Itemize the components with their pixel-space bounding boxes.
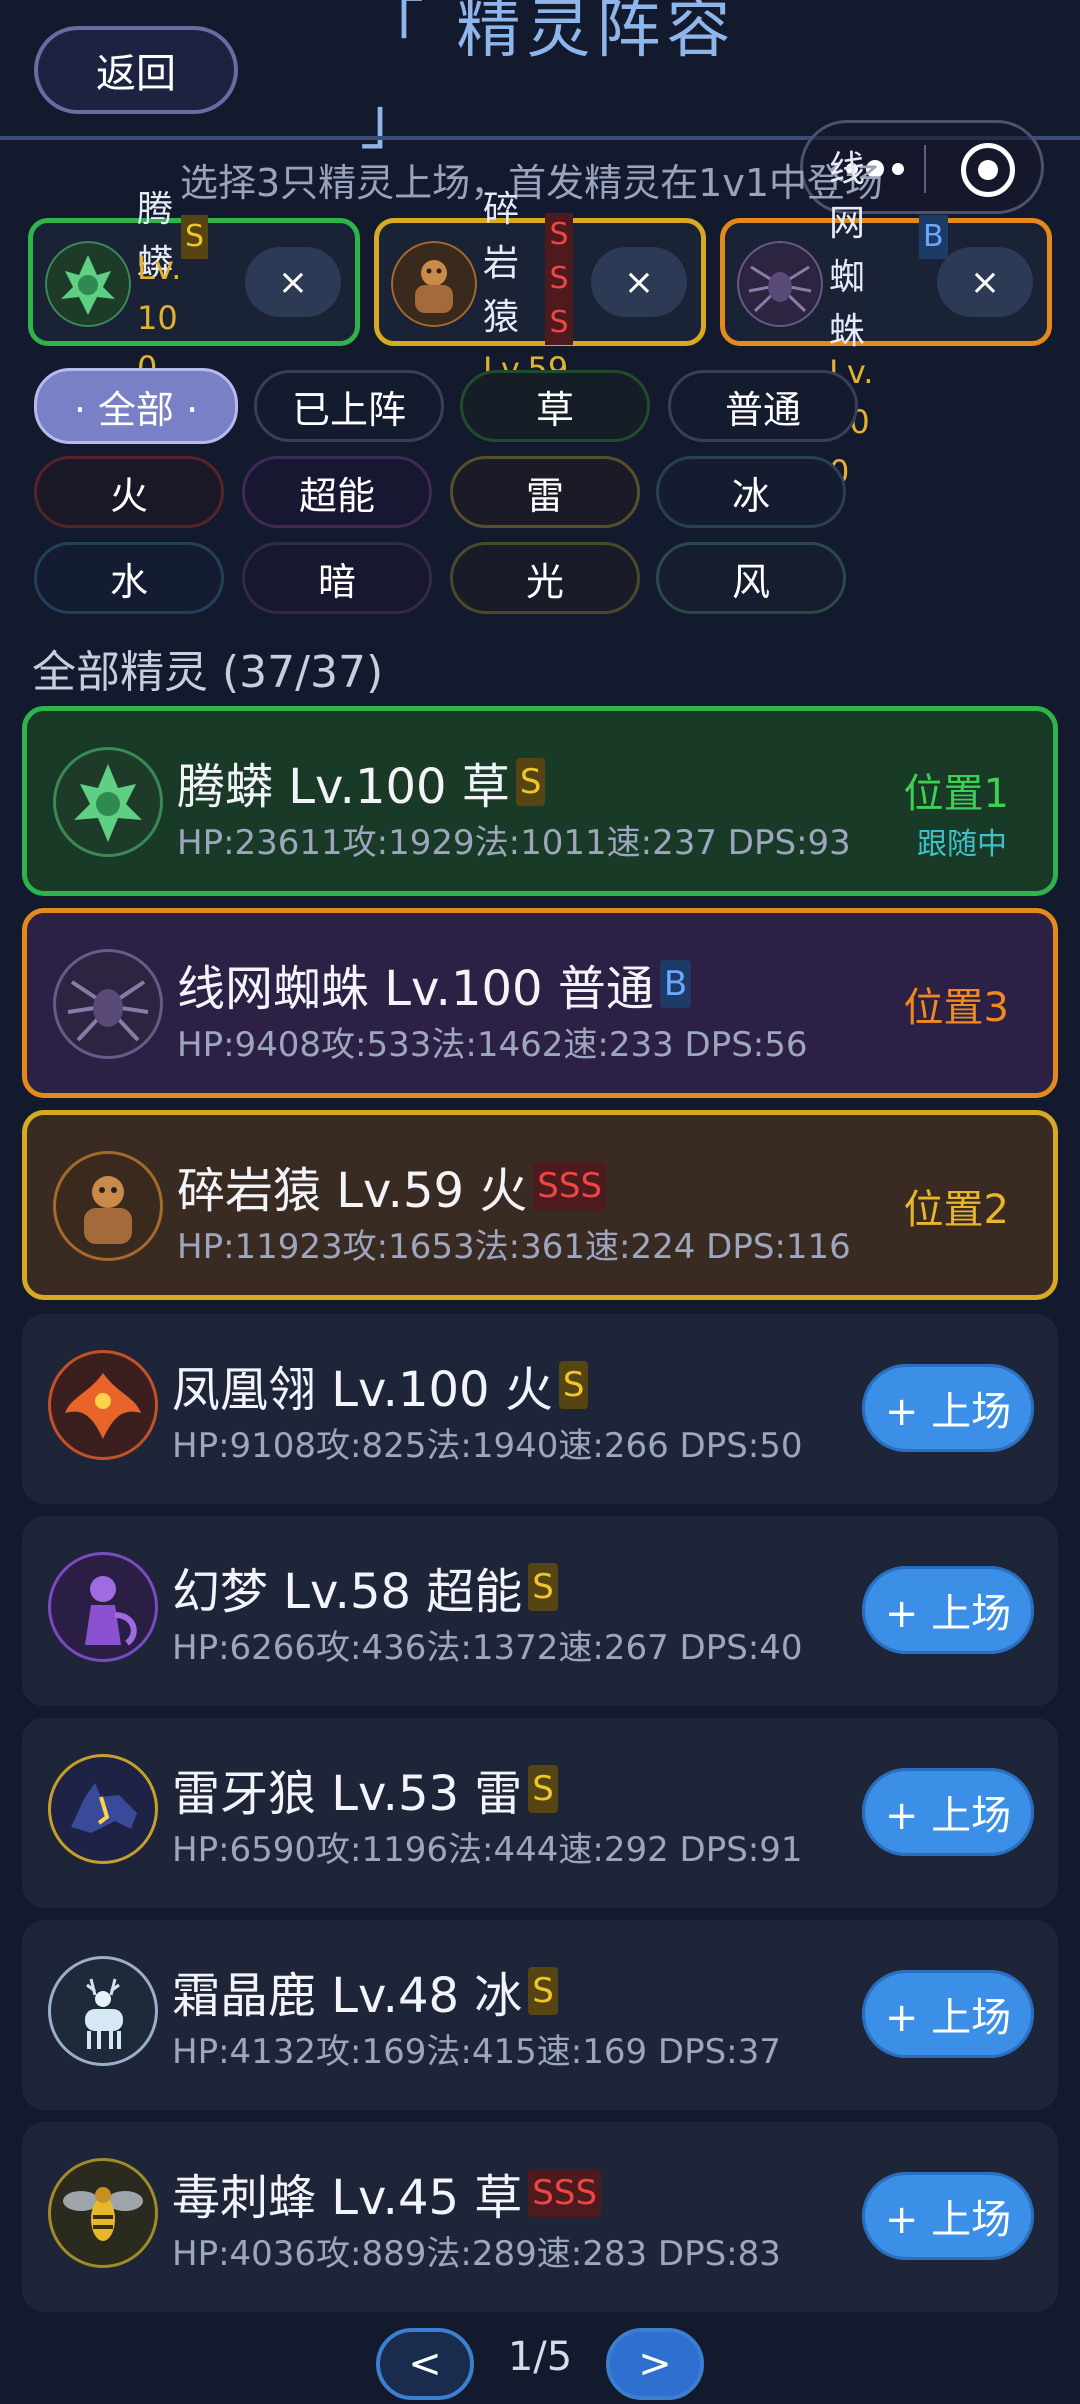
spirit-name-row: 线网蜘蛛 Lv.100 普通 B <box>177 949 692 1019</box>
spirit-stats: HP:23611攻:1929法:1011速:237 DPS:93 <box>177 823 851 863</box>
python-avatar-icon <box>53 747 163 857</box>
back-button[interactable]: 返回 <box>34 26 238 114</box>
spirit-name-row: 毒刺蜂 Lv.45 草 SSS <box>172 2158 602 2228</box>
wasp-avatar-icon <box>48 2158 158 2268</box>
spirit-name: 凤凰翎 Lv.100 火 <box>172 1362 553 1418</box>
list-item[interactable]: 碎岩猿 Lv.59 火 SSS HP:11923攻:1653法:361速:224 … <box>22 1110 1058 1300</box>
rank-badge: SSS <box>528 2169 602 2217</box>
page-title: 「 精灵阵容 」 <box>360 0 737 159</box>
spirit-name: 线网蜘蛛 Lv.100 普通 <box>177 961 654 1017</box>
spirit-name-row: 霜晶鹿 Lv.48 冰S <box>172 1956 558 2026</box>
team-slot-2[interactable]: 碎岩猿 SSS Lv.59 × <box>374 189 706 377</box>
deploy-button[interactable]: + 上场 <box>862 1768 1034 1856</box>
position-label: 位置2 <box>903 1187 1009 1233</box>
rank-badge: S <box>528 1765 558 1813</box>
spirit-name: 幻梦 Lv.58 超能 <box>172 1564 523 1620</box>
filter-wind[interactable]: 风 <box>656 542 846 614</box>
spirit-name-row: 凤凰翎 Lv.100 火S <box>172 1350 589 1420</box>
rank-badge: SSS <box>533 1162 607 1210</box>
spirit-stats: HP:4036攻:889法:289速:283 DPS:83 <box>172 2234 781 2274</box>
slot-rank: B <box>919 215 948 259</box>
rank-badge: B <box>659 960 692 1008</box>
ape-avatar-icon <box>391 241 477 327</box>
spirit-name: 雷牙狼 Lv.53 雷 <box>172 1766 523 1822</box>
deploy-button[interactable]: + 上场 <box>862 1364 1034 1452</box>
filter-dark[interactable]: 暗 <box>242 542 432 614</box>
rank-badge: S <box>515 758 546 806</box>
list-item[interactable]: 凤凰翎 Lv.100 火S HP:9108攻:825法:1940速:266 DP… <box>22 1314 1058 1504</box>
list-item[interactable]: 腾蟒 Lv.100 草S HP:23611攻:1929法:1011速:237 D… <box>22 706 1058 896</box>
rank-badge: S <box>528 1967 558 2015</box>
deer-avatar-icon <box>48 1956 158 2066</box>
team-slot-1[interactable]: 腾蟒 S Lv.100 × <box>28 189 360 387</box>
filter-thunder[interactable]: 雷 <box>450 456 640 528</box>
next-page-button[interactable]: > <box>606 2328 704 2400</box>
position-label: 位置1 <box>903 771 1009 817</box>
position-label: 位置3 <box>903 985 1009 1031</box>
filter-light[interactable]: 光 <box>450 542 640 614</box>
filter-all[interactable]: · 全部 · <box>34 368 238 444</box>
prev-page-button[interactable]: < <box>376 2328 474 2400</box>
deploy-button[interactable]: + 上场 <box>862 1970 1034 2058</box>
spirit-name-row: 幻梦 Lv.58 超能 S <box>172 1552 558 1622</box>
remove-slot-button[interactable]: × <box>937 247 1033 317</box>
spirit-name: 霜晶鹿 Lv.48 冰 <box>172 1968 523 2024</box>
page-indicator: 1/5 <box>507 2334 573 2380</box>
close-mini-program-icon[interactable] <box>961 143 1015 197</box>
spirit-name-row: 腾蟒 Lv.100 草S <box>177 747 546 817</box>
slot-name: 碎岩猿 <box>483 189 520 338</box>
spirit-name-row: 雷牙狼 Lv.53 雷S <box>172 1754 558 1824</box>
rank-badge: S <box>558 1361 589 1409</box>
dream-avatar-icon <box>48 1552 158 1662</box>
remove-slot-button[interactable]: × <box>591 247 687 317</box>
deploy-button[interactable]: + 上场 <box>862 2172 1034 2260</box>
spirit-stats: HP:6266攻:436法:1372速:267 DPS:40 <box>172 1628 803 1668</box>
spirit-stats: HP:11923攻:1653法:361速:224 DPS:116 <box>177 1227 851 1267</box>
team-slot-3[interactable]: 线网蜘蛛 B Lv.100 × <box>720 149 1052 491</box>
filter-fire[interactable]: 火 <box>34 456 224 528</box>
filter-psychic[interactable]: 超能 <box>242 456 432 528</box>
phoenix-avatar-icon <box>48 1350 158 1460</box>
slot-name: 线网蜘蛛 <box>829 149 866 352</box>
filter-water[interactable]: 水 <box>34 542 224 614</box>
list-item[interactable]: 线网蜘蛛 Lv.100 普通 B HP:9408攻:533法:1462速:233 … <box>22 908 1058 1098</box>
list-item[interactable]: 幻梦 Lv.58 超能 S HP:6266攻:436法:1372速:267 DPS… <box>22 1516 1058 1706</box>
wolf-avatar-icon <box>48 1754 158 1864</box>
remove-slot-button[interactable]: × <box>245 247 341 317</box>
filter-normal[interactable]: 普通 <box>668 370 858 442</box>
filter-grass[interactable]: 草 <box>460 370 650 442</box>
spider-avatar-icon <box>737 241 823 327</box>
spider-avatar-icon <box>53 949 163 1059</box>
follow-status: 跟随中 <box>917 827 1007 862</box>
spirit-name: 碎岩猿 Lv.59 火 <box>177 1163 528 1219</box>
ape-avatar-icon <box>53 1151 163 1261</box>
spirit-stats: HP:4132攻:169法:415速:169 DPS:37 <box>172 2032 781 2072</box>
spirit-stats: HP:6590攻:1196法:444速:292 DPS:91 <box>172 1830 803 1870</box>
deploy-button[interactable]: + 上场 <box>862 1566 1034 1654</box>
list-item[interactable]: 雷牙狼 Lv.53 雷S HP:6590攻:1196法:444速:292 DPS… <box>22 1718 1058 1908</box>
spirit-name: 腾蟒 Lv.100 草 <box>177 759 510 815</box>
python-avatar-icon <box>45 241 131 327</box>
spirit-stats: HP:9108攻:825法:1940速:266 DPS:50 <box>172 1426 803 1466</box>
spirit-name: 毒刺蜂 Lv.45 草 <box>172 2170 523 2226</box>
filter-deployed[interactable]: 已上阵 <box>254 370 444 442</box>
list-item[interactable]: 霜晶鹿 Lv.48 冰S HP:4132攻:169法:415速:169 DPS:… <box>22 1920 1058 2110</box>
list-item[interactable]: 毒刺蜂 Lv.45 草 SSS HP:4036攻:889法:289速:283 DP… <box>22 2122 1058 2312</box>
rank-badge: S <box>528 1563 558 1611</box>
section-title: 全部精灵 (37/37) <box>32 647 384 698</box>
spirit-name-row: 碎岩猿 Lv.59 火 SSS <box>177 1151 607 1221</box>
spirit-stats: HP:9408攻:533法:1462速:233 DPS:56 <box>177 1025 808 1065</box>
slot-rank: SSS <box>545 213 573 345</box>
filter-ice[interactable]: 冰 <box>656 456 846 528</box>
